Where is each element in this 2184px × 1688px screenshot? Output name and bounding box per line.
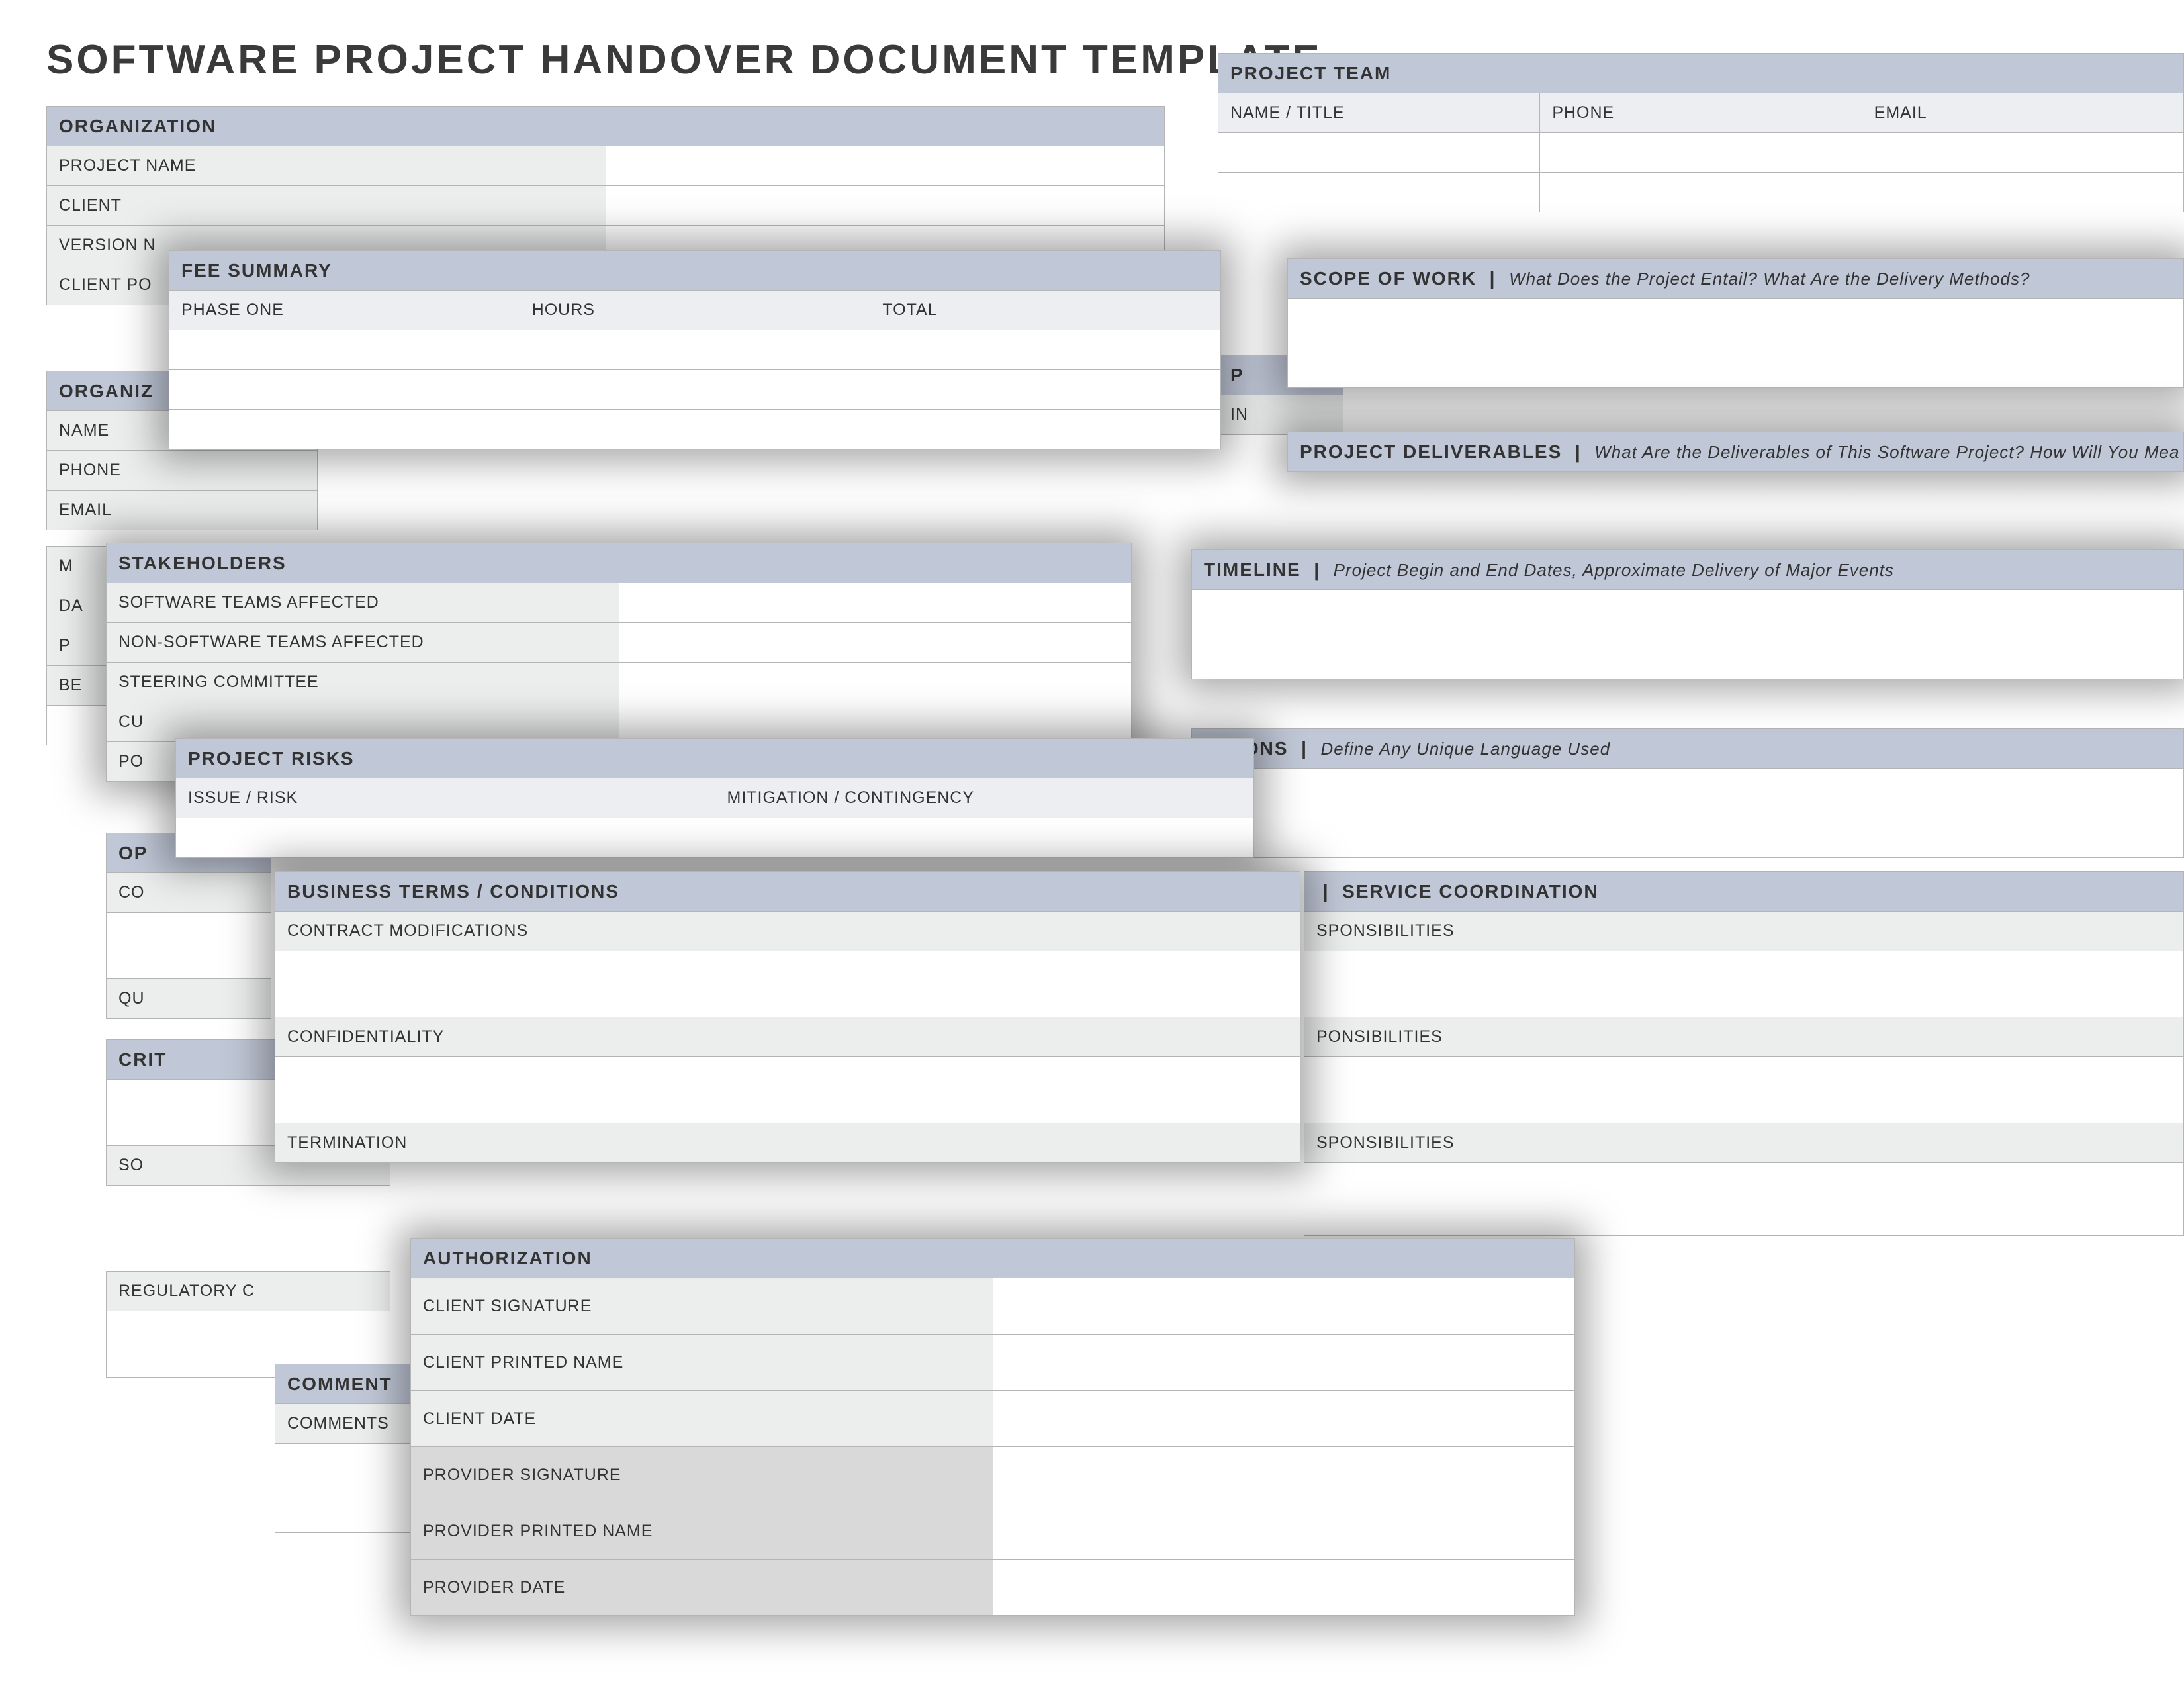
- regulatory-row: REGULATORY C: [107, 1272, 390, 1311]
- service-coord-section: | SERVICE COORDINATION SPONSIBILITIES PO…: [1304, 871, 2184, 1236]
- input-non-sw-teams[interactable]: [619, 623, 1132, 663]
- col-total: TOTAL: [870, 291, 1221, 330]
- team-cell[interactable]: [1862, 173, 2183, 212]
- input-cu[interactable]: [619, 702, 1132, 742]
- fee-summary-section: FEE SUMMARY PHASE ONE HOURS TOTAL: [169, 250, 1221, 449]
- input-client-date[interactable]: [993, 1391, 1575, 1447]
- team-cell[interactable]: [1540, 133, 1862, 173]
- input-provider-date[interactable]: [993, 1560, 1575, 1616]
- deliverables-section: PROJECT DELIVERABLES | What Are the Deli…: [1287, 432, 2184, 472]
- col-phase-one: PHASE ONE: [169, 291, 520, 330]
- row-provider-printed: PROVIDER PRINTED NAME: [411, 1503, 993, 1560]
- row-provider-signature: PROVIDER SIGNATURE: [411, 1447, 993, 1503]
- row-provider-date: PROVIDER DATE: [411, 1560, 993, 1616]
- col-phone: PHONE: [1540, 93, 1862, 133]
- input-steering[interactable]: [619, 663, 1132, 702]
- deliverables-header: PROJECT DELIVERABLES | What Are the Deli…: [1288, 432, 2184, 472]
- row-project-name: PROJECT NAME: [47, 146, 606, 186]
- risk-cell[interactable]: [715, 818, 1254, 858]
- fee-cell[interactable]: [870, 330, 1221, 370]
- fee-cell[interactable]: [520, 330, 870, 370]
- team-cell[interactable]: [1218, 173, 1540, 212]
- input-project-name[interactable]: [606, 146, 1165, 186]
- stakeholders-header: STAKEHOLDERS: [107, 543, 1132, 583]
- timeline-body[interactable]: [1192, 590, 2184, 679]
- fee-cell[interactable]: [520, 370, 870, 410]
- row-email: EMAIL: [47, 491, 318, 530]
- row-non-sw-teams: NON-SOFTWARE TEAMS AFFECTED: [107, 623, 619, 663]
- row-sw-teams: SOFTWARE TEAMS AFFECTED: [107, 583, 619, 623]
- scope-section: SCOPE OF WORK | What Does the Project En…: [1287, 258, 2184, 388]
- row-cu: CU: [107, 702, 619, 742]
- service-coord-header: | SERVICE COORDINATION: [1304, 872, 2184, 912]
- qu-row: QU: [107, 979, 271, 1019]
- business-terms-header: BUSINESS TERMS / CONDITIONS: [275, 872, 1300, 912]
- svc-blank-2[interactable]: [1304, 1057, 2184, 1123]
- row-termination: TERMINATION: [275, 1123, 1300, 1163]
- fee-cell[interactable]: [520, 410, 870, 449]
- input-client-signature[interactable]: [993, 1278, 1575, 1335]
- input-provider-printed[interactable]: [993, 1503, 1575, 1560]
- definitions-section: NITIONS | Define Any Unique Language Use…: [1191, 728, 2184, 858]
- input-sw-teams[interactable]: [619, 583, 1132, 623]
- fee-cell[interactable]: [870, 410, 1221, 449]
- fee-cell[interactable]: [169, 370, 520, 410]
- row-client-signature: CLIENT SIGNATURE: [411, 1278, 993, 1335]
- svc-row-1: SPONSIBILITIES: [1304, 912, 2184, 951]
- row-phone: PHONE: [47, 451, 318, 491]
- input-contract-mod[interactable]: [275, 951, 1300, 1017]
- fee-cell[interactable]: [169, 330, 520, 370]
- regulatory-frag: REGULATORY C: [106, 1271, 390, 1378]
- project-team-section: PROJECT TEAM NAME / TITLE PHONE EMAIL: [1218, 53, 2184, 212]
- svc-blank-1[interactable]: [1304, 951, 2184, 1017]
- fee-cell[interactable]: [870, 370, 1221, 410]
- team-cell[interactable]: [1218, 133, 1540, 173]
- project-risks-header: PROJECT RISKS: [176, 739, 1254, 778]
- svc-row-3: SPONSIBILITIES: [1304, 1123, 2184, 1163]
- row-client: CLIENT: [47, 186, 606, 226]
- business-terms-section: BUSINESS TERMS / CONDITIONS CONTRACT MOD…: [275, 871, 1300, 1163]
- row-confidentiality: CONFIDENTIALITY: [275, 1017, 1300, 1057]
- p-row: IN: [1218, 395, 1343, 435]
- timeline-header: TIMELINE | Project Begin and End Dates, …: [1192, 550, 2184, 590]
- co-row: CO: [107, 873, 271, 913]
- authorization-section: AUTHORIZATION CLIENT SIGNATURE CLIENT PR…: [410, 1238, 1575, 1616]
- page-title: SOFTWARE PROJECT HANDOVER DOCUMENT TEMPL…: [46, 36, 1322, 83]
- row-steering: STEERING COMMITTEE: [107, 663, 619, 702]
- fee-summary-header: FEE SUMMARY: [169, 251, 1221, 291]
- svc-row-2: PONSIBILITIES: [1304, 1017, 2184, 1057]
- scope-body[interactable]: [1288, 299, 2184, 388]
- project-team-header: PROJECT TEAM: [1218, 54, 2184, 93]
- svc-blank-3[interactable]: [1304, 1163, 2184, 1236]
- op-frag: OP CO QU: [106, 833, 271, 1019]
- definitions-header: NITIONS | Define Any Unique Language Use…: [1192, 729, 2184, 769]
- project-risks-section: PROJECT RISKS ISSUE / RISK MITIGATION / …: [175, 738, 1254, 858]
- col-email: EMAIL: [1862, 93, 2183, 133]
- op-blank[interactable]: [107, 913, 271, 979]
- col-issue-risk: ISSUE / RISK: [176, 778, 715, 818]
- risk-cell[interactable]: [176, 818, 715, 858]
- organization-header: ORGANIZATION: [47, 107, 1165, 146]
- input-provider-signature[interactable]: [993, 1447, 1575, 1503]
- team-cell[interactable]: [1540, 173, 1862, 212]
- team-cell[interactable]: [1862, 133, 2183, 173]
- timeline-section: TIMELINE | Project Begin and End Dates, …: [1191, 549, 2184, 679]
- col-name-title: NAME / TITLE: [1218, 93, 1540, 133]
- input-confidentiality[interactable]: [275, 1057, 1300, 1123]
- authorization-header: AUTHORIZATION: [411, 1239, 1575, 1278]
- scope-header: SCOPE OF WORK | What Does the Project En…: [1288, 259, 2184, 299]
- definitions-body[interactable]: [1192, 769, 2184, 858]
- input-client-printed[interactable]: [993, 1335, 1575, 1391]
- row-client-printed: CLIENT PRINTED NAME: [411, 1335, 993, 1391]
- row-client-date: CLIENT DATE: [411, 1391, 993, 1447]
- col-hours: HOURS: [520, 291, 870, 330]
- fee-cell[interactable]: [169, 410, 520, 449]
- row-contract-mod: CONTRACT MODIFICATIONS: [275, 912, 1300, 951]
- col-mitigation: MITIGATION / CONTINGENCY: [715, 778, 1254, 818]
- input-client[interactable]: [606, 186, 1165, 226]
